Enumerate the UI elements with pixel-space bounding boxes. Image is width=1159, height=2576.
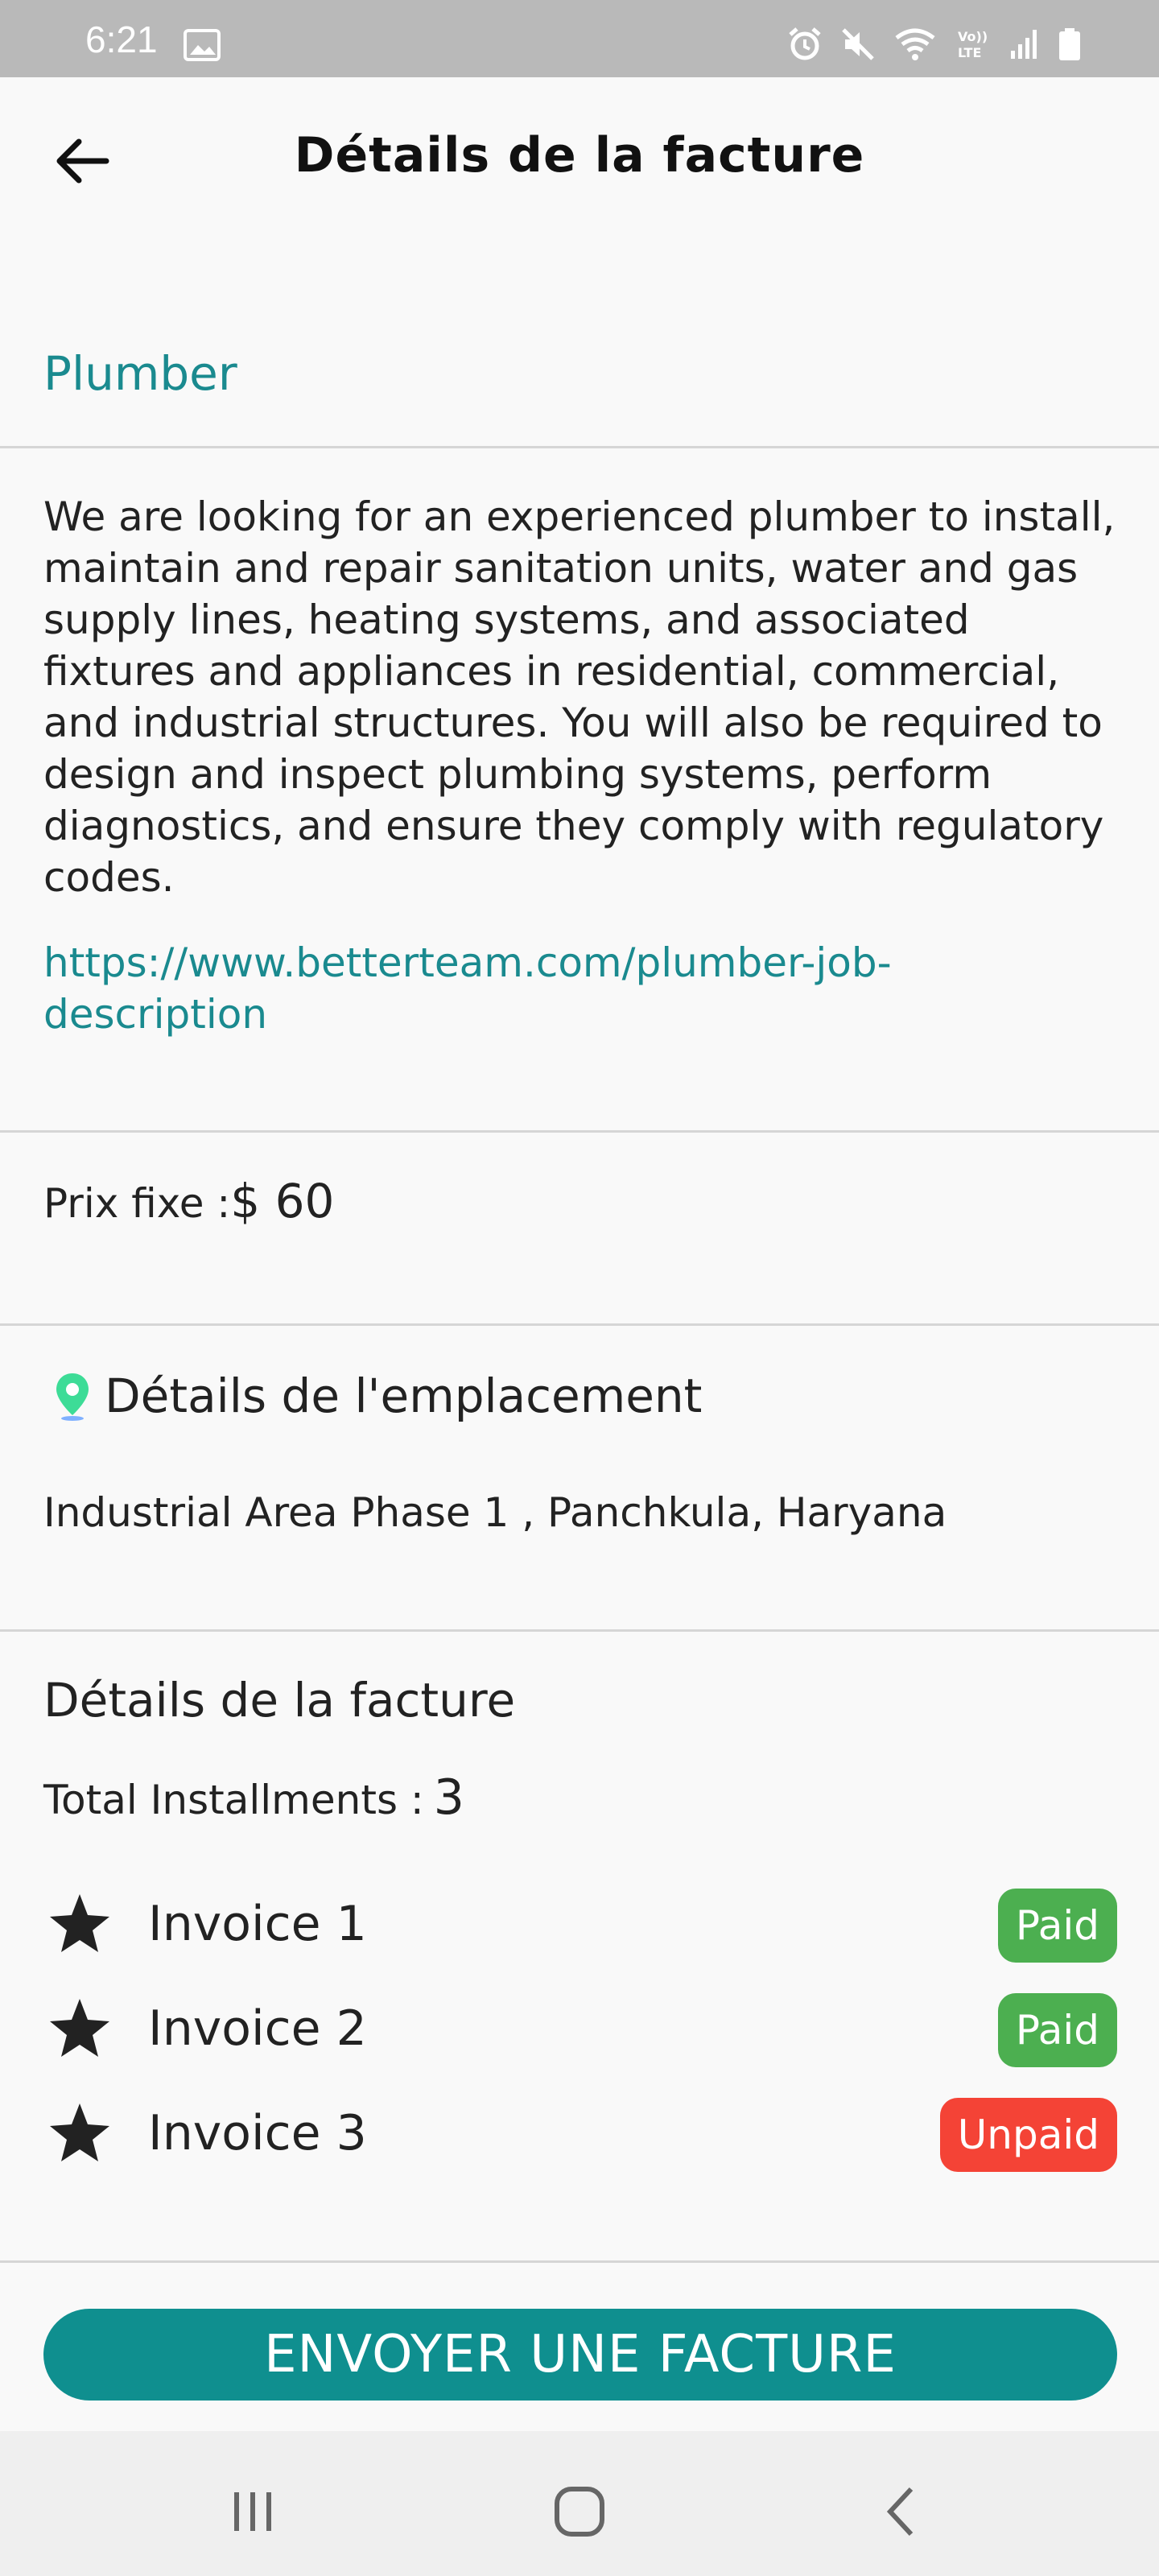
- status-icons: Vo)) LTE: [787, 24, 1082, 64]
- invoice-label: Invoice 1: [148, 1896, 367, 1952]
- status-badge: Unpaid: [939, 2098, 1117, 2172]
- star-icon: [50, 1894, 109, 1952]
- mute-icon: [842, 28, 874, 60]
- status-badge: Paid: [997, 1889, 1117, 1963]
- svg-text:Vo)): Vo)): [958, 29, 988, 44]
- page-title: Détails de la facture: [294, 127, 865, 184]
- image-icon: [184, 29, 221, 61]
- invoice-item[interactable]: Invoice 3 Unpaid: [43, 2093, 1117, 2174]
- invoice-label: Invoice 2: [148, 2000, 367, 2057]
- location-header: Détails de l'emplacement: [52, 1368, 702, 1423]
- price-value: $ 60: [230, 1174, 335, 1228]
- star-icon: [50, 1999, 109, 2057]
- job-description: We are looking for an experienced plumbe…: [43, 493, 1116, 901]
- signal-icon: [1011, 30, 1037, 59]
- installments-label: Total Installments :: [43, 1777, 424, 1823]
- location-address: Industrial Area Phase 1 , Panchkula, Har…: [43, 1489, 947, 1536]
- installments-row: Total Installments : 3: [43, 1769, 464, 1826]
- send-invoice-button[interactable]: ENVOYER UNE FACTURE: [43, 2309, 1117, 2401]
- system-nav-bar: [0, 2431, 1159, 2576]
- svg-text:LTE: LTE: [958, 45, 981, 60]
- price-label: Prix fixe :: [43, 1180, 231, 1227]
- location-title: Détails de l'emplacement: [105, 1368, 703, 1423]
- app-bar: Détails de la facture: [0, 77, 1159, 238]
- back-icon[interactable]: [869, 2479, 934, 2544]
- invoice-section-title: Détails de la facture: [43, 1673, 516, 1728]
- star-icon: [50, 2103, 109, 2161]
- recent-apps-icon[interactable]: [221, 2479, 285, 2544]
- wifi-icon: [895, 28, 935, 60]
- installments-value: 3: [433, 1769, 464, 1826]
- divider: [0, 1130, 1159, 1133]
- invoice-item[interactable]: Invoice 2 Paid: [43, 1988, 1117, 2069]
- alarm-icon: [789, 27, 821, 60]
- volte-icon: Vo)) LTE: [958, 29, 988, 60]
- invoice-item[interactable]: Invoice 1 Paid: [43, 1884, 1117, 1964]
- battery-icon: [1059, 28, 1080, 60]
- job-title: Plumber: [43, 346, 237, 401]
- divider: [0, 1629, 1159, 1632]
- location-pin-icon: [56, 1373, 89, 1421]
- job-description-link[interactable]: https://www.betterteam.com/plumber-job-d…: [43, 937, 1090, 1040]
- home-icon[interactable]: [547, 2479, 612, 2544]
- divider: [0, 1323, 1159, 1326]
- divider: [0, 2260, 1159, 2263]
- status-bar: 6:21 Vo)) LTE: [0, 0, 1159, 77]
- price-row: Prix fixe : $ 60: [43, 1174, 334, 1228]
- status-badge: Paid: [997, 1993, 1117, 2067]
- divider: [0, 446, 1159, 448]
- invoice-label: Invoice 3: [148, 2105, 367, 2161]
- status-time: 6:21: [85, 19, 158, 60]
